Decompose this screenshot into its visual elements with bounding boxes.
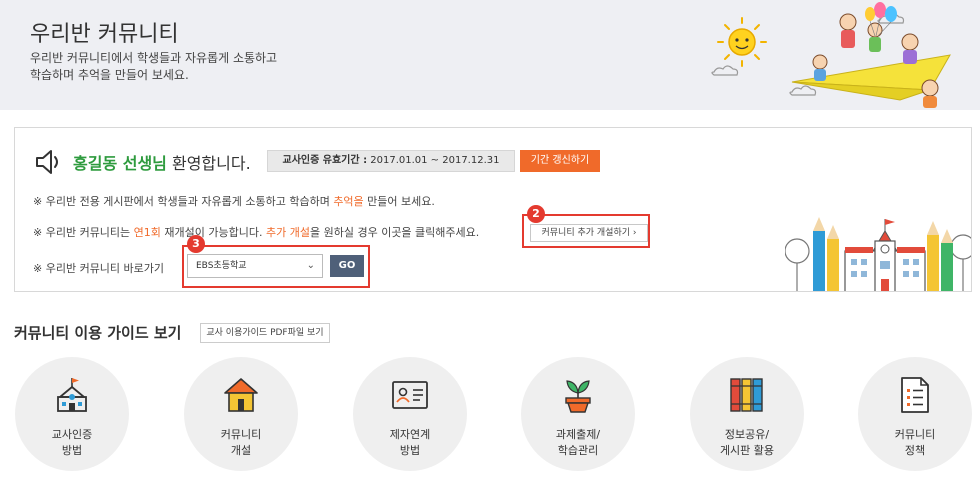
period-value: 2017.01.01 ~ 2017.12.31	[367, 155, 500, 166]
guide-item-open-community[interactable]: 커뮤니티 개설	[184, 357, 298, 471]
step-badge-2: 2	[527, 205, 545, 223]
note1-suffix: 만들어 보세요.	[363, 195, 435, 208]
note2-mid: 재개설이 가능합니다.	[160, 226, 266, 239]
note2-suffix: 을 원하실 경우 이곳을 클릭해주세요.	[309, 226, 480, 239]
certification-period: 교사인증 유효기간 : 2017.01.01 ~ 2017.12.31	[267, 150, 515, 172]
school-pencils-illustration	[785, 217, 971, 291]
period-label: 교사인증 유효기간 :	[282, 155, 368, 166]
document-icon	[901, 377, 929, 413]
note-line-1: ※ 우리반 전용 게시판에서 학생들과 자유롭게 소통하고 학습하며 추억을 만…	[33, 193, 435, 209]
guide-item-label: 과제출제/ 학습관리	[555, 428, 601, 457]
hero-banner: 우리반 커뮤니티 우리반 커뮤니티에서 학생들과 자유롭게 소통하고 학습하며 …	[0, 0, 980, 110]
note1-highlight: 추억을	[333, 195, 364, 208]
id-card-icon	[392, 381, 428, 409]
add-community-button[interactable]: 커뮤니티 추가 개설하기 ›	[530, 224, 648, 242]
note-line-3: ※ 우리반 커뮤니티 바로가기	[33, 262, 165, 275]
pdf-guide-button[interactable]: 교사 이용가이드 PDF파일 보기	[200, 323, 330, 343]
note2-highlight-yearly: 연1회	[133, 226, 161, 239]
speaker-icon	[36, 150, 58, 174]
school-select-value: EBS초등학교	[196, 261, 247, 271]
welcome-suffix: 환영합니다.	[166, 154, 251, 173]
page-description: 우리반 커뮤니티에서 학생들과 자유롭게 소통하고 학습하며 추억을 만들어 보…	[30, 51, 278, 82]
go-button[interactable]: GO	[330, 255, 364, 277]
guide-item-label: 커뮤니티 개설	[220, 428, 262, 457]
school-icon	[57, 378, 87, 412]
note2-prefix: ※ 우리반 커뮤니티는	[33, 226, 134, 239]
books-icon	[730, 378, 763, 412]
guide-item-label: 교사인증 방법	[51, 428, 93, 457]
house-icon	[224, 378, 258, 412]
paper-plane-kids-illustration	[711, 2, 951, 108]
guide-item-board-usage[interactable]: 정보공유/ 게시판 활용	[690, 357, 804, 471]
note-line-2: ※ 우리반 커뮤니티는 연1회 재개설이 가능합니다. 추가 개설을 원하실 경…	[33, 224, 479, 240]
guide-item-community-policy[interactable]: 커뮤니티 정책	[858, 357, 972, 471]
chevron-down-icon: ⌄	[306, 260, 315, 271]
guide-item-student-linking[interactable]: 제자연계 방법	[353, 357, 467, 471]
guide-item-label: 커뮤니티 정책	[894, 428, 936, 457]
welcome-panel: 홍길동 선생님 환영합니다. 교사인증 유효기간 : 2017.01.01 ~ …	[14, 127, 972, 292]
note1-prefix: ※ 우리반 전용 게시판에서 학생들과 자유롭게 소통하고 학습하며	[33, 195, 334, 208]
guide-section-title: 커뮤니티 이용 가이드 보기	[14, 324, 182, 342]
renew-period-button[interactable]: 기간 갱신하기	[520, 150, 600, 172]
note2-highlight-extra: 추가 개설	[266, 226, 310, 239]
guide-item-label: 정보공유/ 게시판 활용	[719, 428, 775, 457]
sun-icon	[717, 17, 767, 67]
step-badge-3: 3	[187, 235, 205, 253]
guide-item-teacher-certification[interactable]: 교사인증 방법	[15, 357, 129, 471]
school-select[interactable]: EBS초등학교 ⌄	[187, 254, 323, 278]
plant-icon	[565, 380, 591, 413]
page-title: 우리반 커뮤니티	[30, 22, 179, 47]
guide-item-label: 제자연계 방법	[389, 428, 431, 457]
welcome-message: 홍길동 선생님 환영합니다.	[73, 150, 251, 174]
guide-item-assignments[interactable]: 과제출제/ 학습관리	[521, 357, 635, 471]
teacher-name: 홍길동 선생님	[73, 154, 167, 173]
